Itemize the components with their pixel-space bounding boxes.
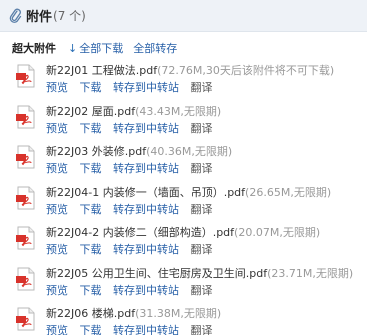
- attachment-actions: 预览 下载 转存到中转站 翻译: [46, 282, 221, 298]
- attachment-title: 新22J04-2 内装修二（细部构造）.pdf(20.07M,无限期): [46, 224, 320, 240]
- attachment-name[interactable]: 新22J03 外装修.pdf: [46, 145, 146, 158]
- attachment-meta: (23.71M,无限期): [267, 266, 354, 280]
- transfer-link[interactable]: 转存到中转站: [113, 162, 179, 175]
- preview-link[interactable]: 预览: [46, 162, 68, 175]
- transfer-link[interactable]: 转存到中转站: [113, 324, 179, 335]
- preview-link[interactable]: 预览: [46, 243, 68, 256]
- download-link[interactable]: 下载: [80, 81, 102, 94]
- attachment-title: 新22J03 外装修.pdf(40.36M,无限期): [46, 143, 232, 159]
- download-all-link[interactable]: 全部下载: [79, 40, 123, 56]
- attachment-meta: (20.07M,无限期): [234, 226, 321, 239]
- attachment-item: 新22J06 楼梯.pdf(31.38M,无限期) 预览 下载 转存到中转站 翻…: [0, 303, 367, 335]
- attachment-item: 新22J04-1 内装修一（墙面、吊顶）.pdf(26.65M,无限期) 预览 …: [0, 182, 367, 223]
- attachment-item: 新22J02 屋面.pdf(43.43M,无限期) 预览 下载 转存到中转站 翻…: [0, 101, 367, 142]
- download-link[interactable]: 下载: [80, 284, 102, 297]
- download-link[interactable]: 下载: [80, 203, 102, 216]
- paperclip-icon: [9, 8, 22, 23]
- translate-link[interactable]: 翻译: [191, 243, 213, 256]
- attachment-meta: (72.76M,30天后该附件将不可下载): [157, 64, 335, 77]
- attachment-title: 新22J02 屋面.pdf(43.43M,无限期): [46, 103, 221, 119]
- attachment-title: 新22J01 工程做法.pdf(72.76M,30天后该附件将不可下载): [46, 62, 334, 78]
- transfer-link[interactable]: 转存到中转站: [113, 284, 179, 297]
- preview-link[interactable]: 预览: [46, 81, 68, 94]
- attachment-name[interactable]: 新22J01 工程做法.pdf: [46, 64, 157, 77]
- download-arrow-icon: ↓: [68, 41, 78, 55]
- download-link[interactable]: 下载: [80, 243, 102, 256]
- attachment-item: 新22J01 工程做法.pdf(72.76M,30天后该附件将不可下载) 预览 …: [0, 60, 367, 101]
- transfer-link[interactable]: 转存到中转站: [113, 122, 179, 135]
- attachment-title: 新22J04-1 内装修一（墙面、吊顶）.pdf(26.65M,无限期): [46, 184, 331, 200]
- attachment-actions: 预览 下载 转存到中转站 翻译: [46, 201, 221, 217]
- preview-link[interactable]: 预览: [46, 284, 68, 297]
- attachment-actions: 预览 下载 转存到中转站 翻译: [46, 79, 221, 95]
- translate-link[interactable]: 翻译: [191, 122, 213, 135]
- attachments-header: 附件 (7 个): [0, 0, 367, 32]
- attachment-name[interactable]: 新22J06 楼梯.pdf: [46, 307, 135, 320]
- attachment-item: 新22J04-2 内装修二（细部构造）.pdf(20.07M,无限期) 预览 下…: [0, 222, 367, 263]
- translate-link[interactable]: 翻译: [191, 81, 213, 94]
- pdf-file-icon: [16, 307, 35, 331]
- transfer-link[interactable]: 转存到中转站: [113, 243, 179, 256]
- attachment-meta: (26.65M,无限期): [245, 185, 332, 199]
- download-link[interactable]: 下载: [80, 122, 102, 135]
- download-link[interactable]: 下载: [80, 162, 102, 175]
- pdf-file-icon: [16, 267, 35, 290]
- attachments-count: (7 个): [53, 9, 86, 23]
- pdf-file-icon: [16, 226, 35, 250]
- attachment-list: 新22J01 工程做法.pdf(72.76M,30天后该附件将不可下载) 预览 …: [0, 60, 367, 335]
- attachment-name[interactable]: 新22J02 屋面.pdf: [46, 105, 135, 118]
- large-attachments-label: 超大附件: [12, 42, 56, 55]
- pdf-file-icon: [16, 105, 35, 128]
- pdf-file-icon: [16, 145, 35, 169]
- preview-link[interactable]: 预览: [46, 122, 68, 135]
- attachment-actions: 预览 下载 转存到中转站 翻译: [46, 120, 221, 136]
- save-all-link[interactable]: 全部转存: [133, 40, 177, 56]
- attachment-meta: (40.36M,无限期): [146, 145, 233, 158]
- attachments-toolbar: 超大附件 ↓ 全部下载 全部转存: [0, 40, 367, 56]
- attachment-item: 新22J05 公用卫生间、住宅厨房及卫生间.pdf(23.71M,无限期) 预览…: [0, 263, 367, 304]
- pdf-file-icon: [16, 186, 35, 209]
- translate-link[interactable]: 翻译: [191, 203, 213, 216]
- attachment-actions: 预览 下载 转存到中转站 翻译: [46, 241, 221, 257]
- attachment-item: 新22J03 外装修.pdf(40.36M,无限期) 预览 下载 转存到中转站 …: [0, 141, 367, 182]
- translate-link[interactable]: 翻译: [191, 162, 213, 175]
- attachment-actions: 预览 下载 转存到中转站 翻译: [46, 160, 221, 176]
- transfer-link[interactable]: 转存到中转站: [113, 203, 179, 216]
- download-link[interactable]: 下载: [80, 324, 102, 335]
- attachment-meta: (31.38M,无限期): [135, 307, 222, 320]
- attachment-meta: (43.43M,无限期): [135, 104, 222, 118]
- translate-link[interactable]: 翻译: [191, 284, 213, 297]
- transfer-link[interactable]: 转存到中转站: [113, 81, 179, 94]
- attachment-title: 新22J06 楼梯.pdf(31.38M,无限期): [46, 305, 221, 321]
- attachment-name[interactable]: 新22J04-2 内装修二（细部构造）.pdf: [46, 226, 234, 239]
- attachment-title: 新22J05 公用卫生间、住宅厨房及卫生间.pdf(23.71M,无限期): [46, 265, 353, 281]
- preview-link[interactable]: 预览: [46, 324, 68, 335]
- attachment-name[interactable]: 新22J04-1 内装修一（墙面、吊顶）.pdf: [46, 186, 245, 199]
- attachments-title: 附件: [26, 10, 53, 25]
- pdf-file-icon: [16, 64, 35, 88]
- translate-link[interactable]: 翻译: [191, 324, 213, 335]
- attachment-name[interactable]: 新22J05 公用卫生间、住宅厨房及卫生间.pdf: [46, 267, 267, 280]
- preview-link[interactable]: 预览: [46, 203, 68, 216]
- attachment-actions: 预览 下载 转存到中转站 翻译: [46, 322, 221, 335]
